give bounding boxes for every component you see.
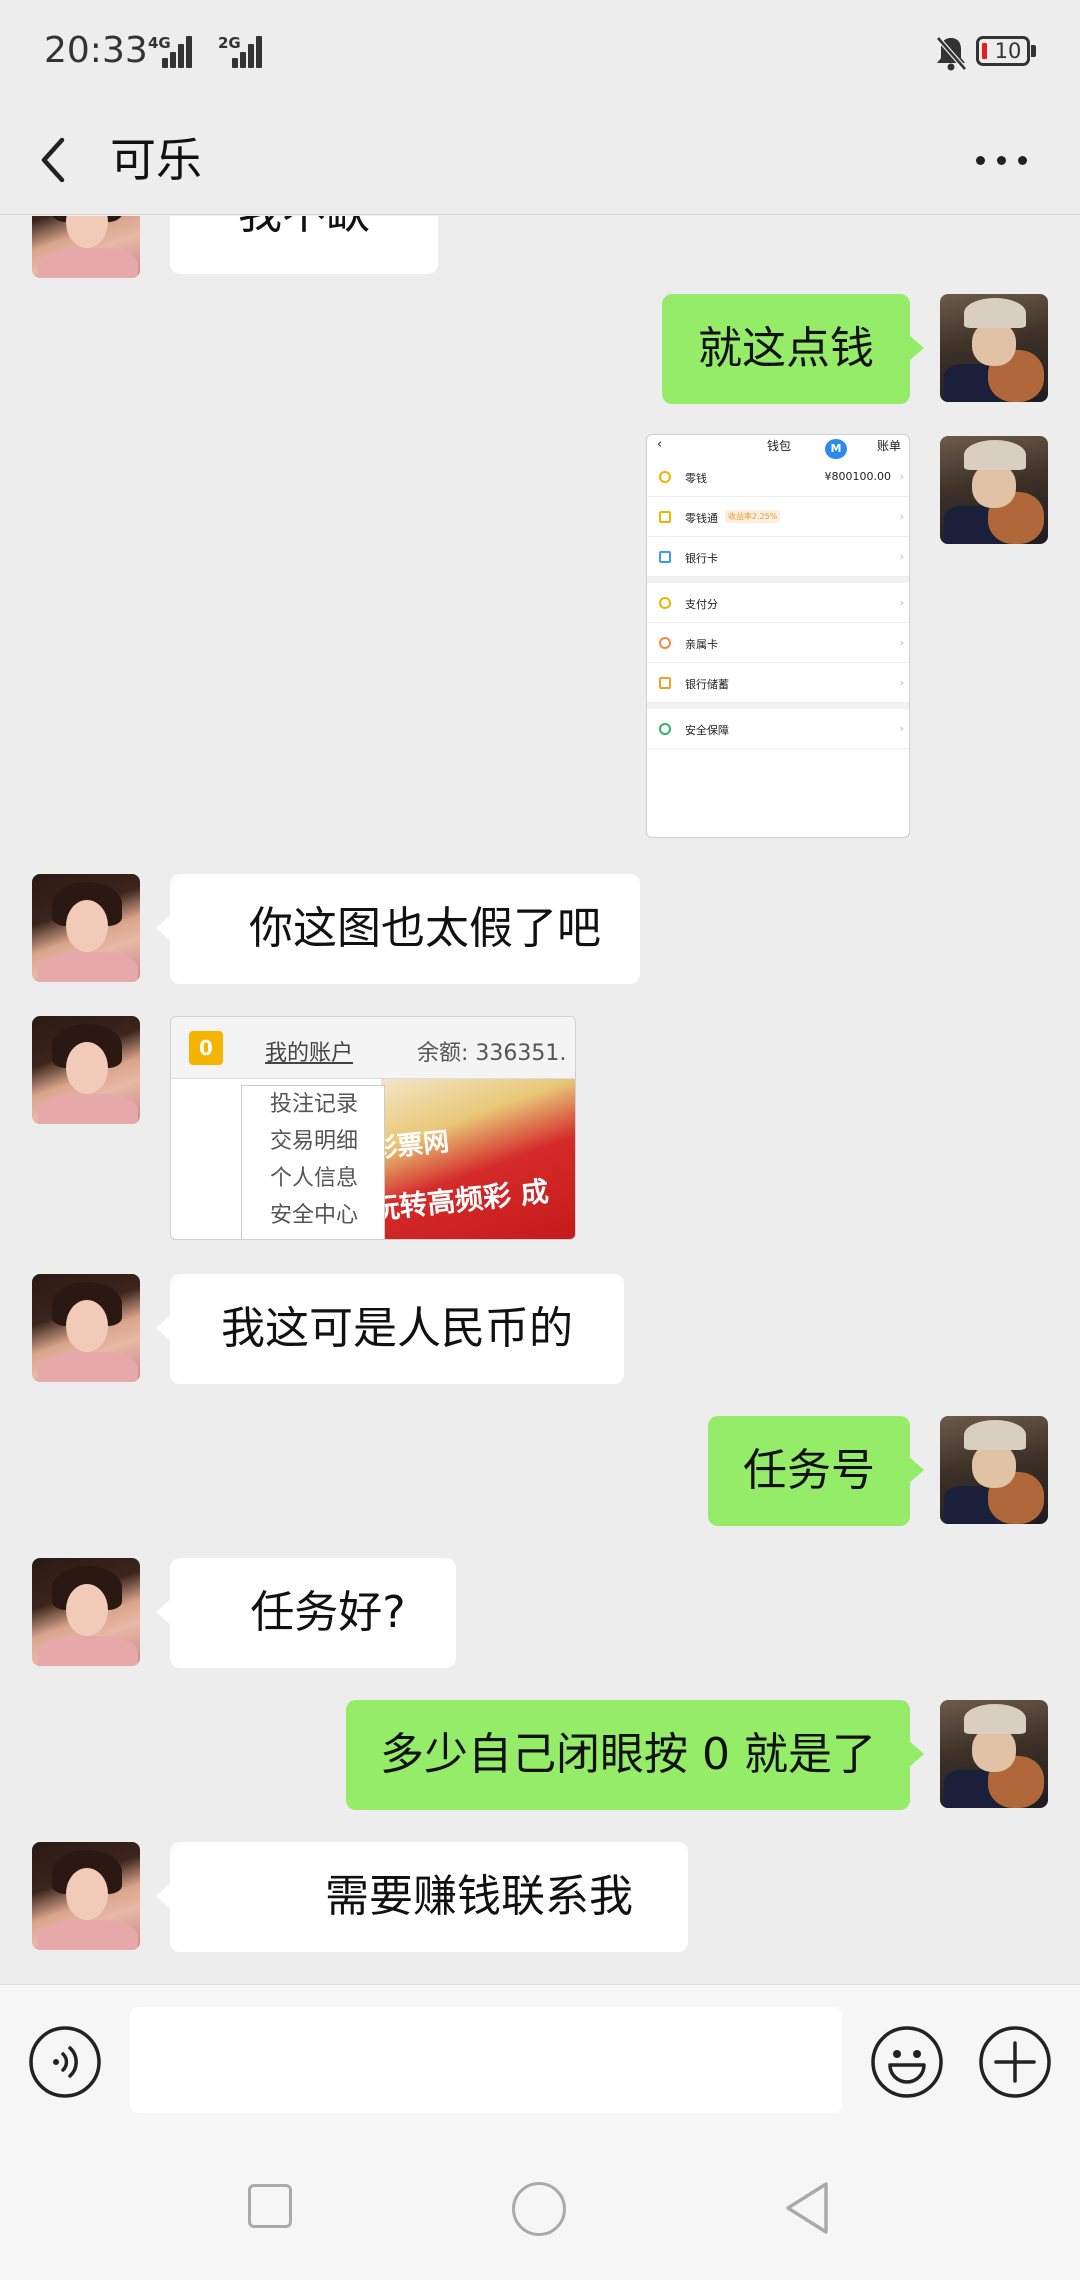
message-bubble-incoming[interactable]: 你这图也太假了吧 [156, 874, 640, 984]
message-bubble-outgoing[interactable]: 多少自己闭眼按 0 就是了 [346, 1700, 924, 1810]
message-bubble-incoming[interactable]: 我这可是人民币的 [156, 1274, 624, 1384]
emoji-icon[interactable] [870, 2025, 944, 2099]
my-avatar[interactable] [940, 1700, 1048, 1808]
chat-title: 可乐 [110, 133, 202, 187]
contact-avatar[interactable] [32, 874, 140, 982]
lottery-screenshot-image[interactable]: 0 我的账户 余额: 336351. 彩票网 玩转高频彩 成 投注记录 交易明细… [170, 1016, 576, 1240]
message-list[interactable]: 我不缺 就这点钱 ‹ 钱包 账单 M 零钱¥800100.00› 零钱通收益率2… [0, 216, 1080, 1984]
system-nav-bar [0, 2132, 1080, 2280]
contact-avatar[interactable] [32, 1842, 140, 1950]
message-bubble-outgoing[interactable]: 任务号 [708, 1416, 924, 1526]
contact-avatar[interactable] [32, 216, 140, 278]
message-bubble-outgoing[interactable]: 就这点钱 [662, 294, 924, 404]
add-attachment-icon[interactable] [978, 2025, 1052, 2099]
contact-avatar[interactable] [32, 1558, 140, 1666]
account-dropdown-menu: 投注记录 交易明细 个人信息 安全中心 [241, 1085, 385, 1239]
mute-bell-icon [936, 36, 967, 71]
wallet-screenshot-image[interactable]: ‹ 钱包 账单 M 零钱 ¥800100.00 › 零钱通 收益率2.25% › 银行卡… [646, 434, 910, 838]
watermark-logo-icon: M [825, 439, 847, 459]
back-arrow-icon[interactable] [34, 130, 74, 190]
lottery-banner: 彩票网 玩转高频彩 成 [370, 1079, 575, 1239]
coin-icon: 0 [189, 1031, 223, 1065]
home-icon[interactable] [512, 2182, 566, 2236]
my-avatar[interactable] [940, 1416, 1048, 1524]
more-options-icon[interactable] [974, 150, 1030, 170]
status-time: 20:33 [44, 30, 148, 71]
status-bar: 20:33 4G 2G 10 [0, 0, 1080, 110]
recent-apps-icon[interactable] [248, 2184, 292, 2228]
signal-2g-icon: 2G [218, 34, 264, 68]
voice-input-icon[interactable] [28, 2025, 102, 2099]
contact-avatar[interactable] [32, 1016, 140, 1124]
message-bubble-incoming[interactable]: 任务好? [156, 1558, 456, 1668]
battery-icon: 10 [976, 36, 1036, 66]
message-bubble-incoming[interactable]: 我不缺 [170, 216, 438, 274]
contact-avatar[interactable] [32, 1274, 140, 1382]
signal-4g-icon: 4G [148, 34, 192, 68]
message-bubble-incoming[interactable]: 需要赚钱联系我 [156, 1842, 688, 1952]
my-avatar[interactable] [940, 436, 1048, 544]
my-avatar[interactable] [940, 294, 1048, 402]
input-bar [0, 1984, 1080, 2132]
message-input[interactable] [130, 2007, 842, 2113]
system-back-icon[interactable] [782, 2178, 832, 2238]
chat-header: 可乐 [0, 110, 1080, 215]
